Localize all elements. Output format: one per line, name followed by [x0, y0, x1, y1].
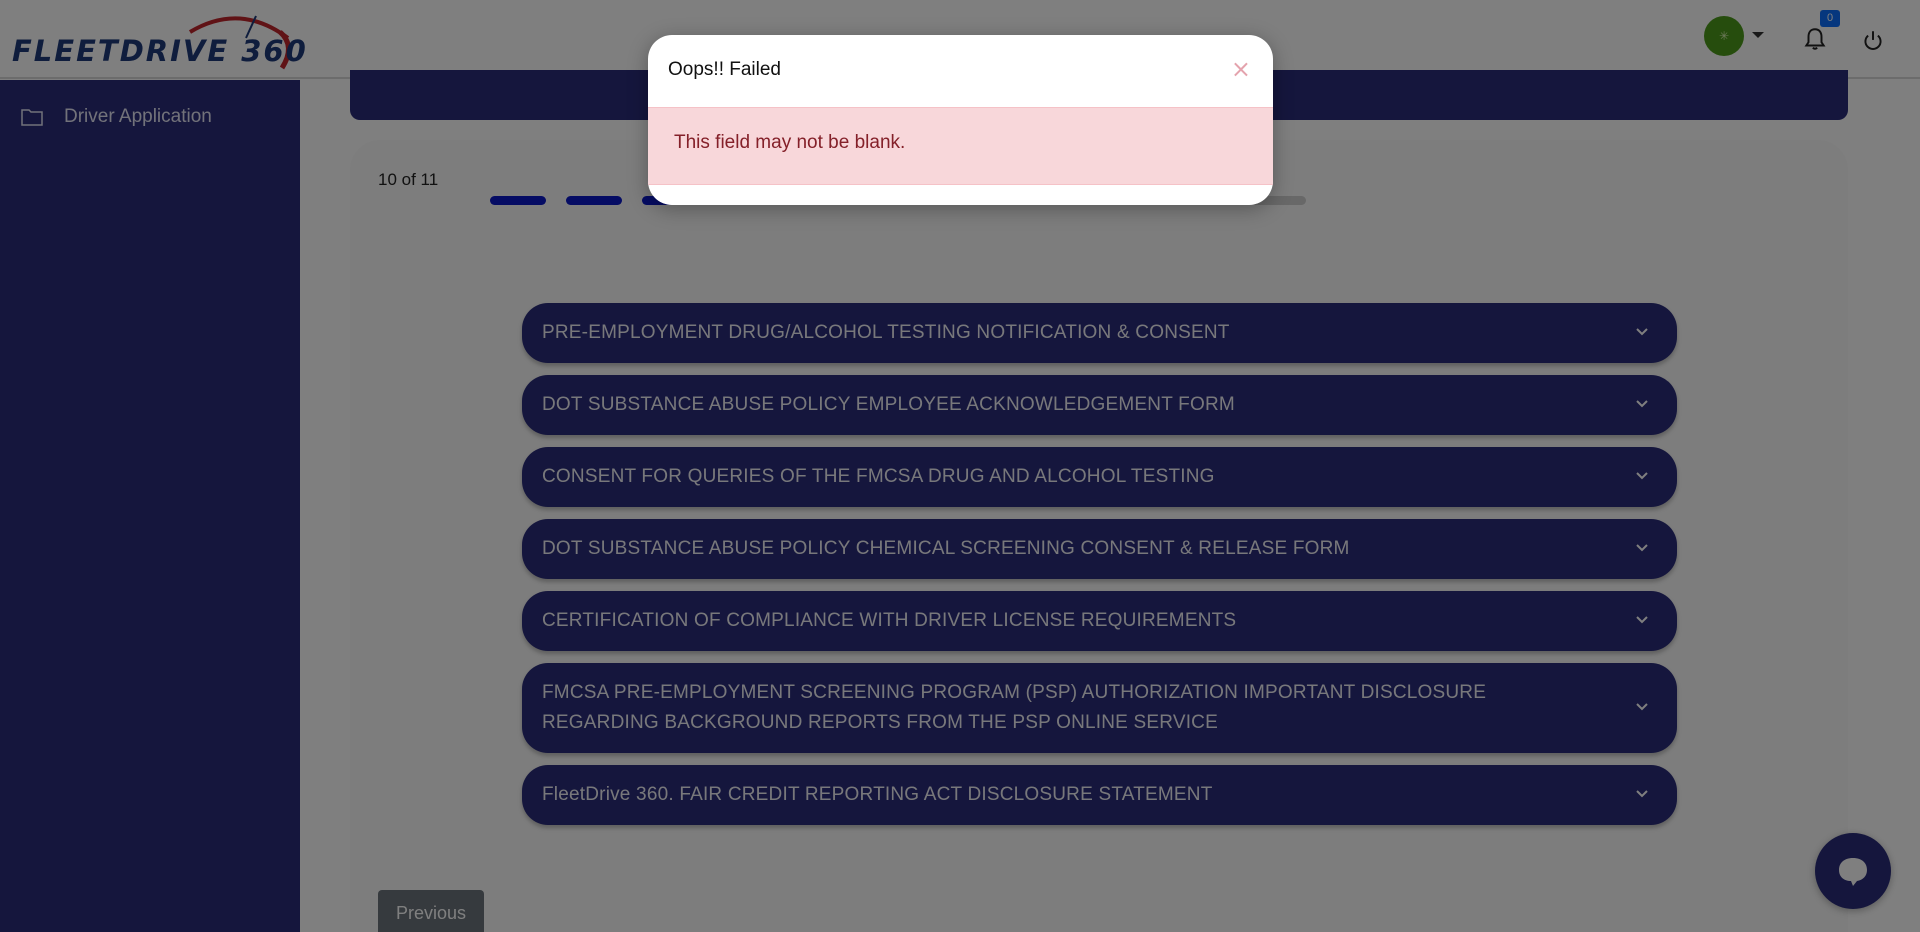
error-modal: Oops!! Failed × This field may not be bl…	[648, 35, 1273, 205]
modal-title: Oops!! Failed	[668, 59, 781, 80]
close-icon[interactable]: ×	[1231, 55, 1251, 83]
error-alert: This field may not be blank.	[648, 107, 1273, 185]
error-message: This field may not be blank.	[674, 132, 906, 153]
